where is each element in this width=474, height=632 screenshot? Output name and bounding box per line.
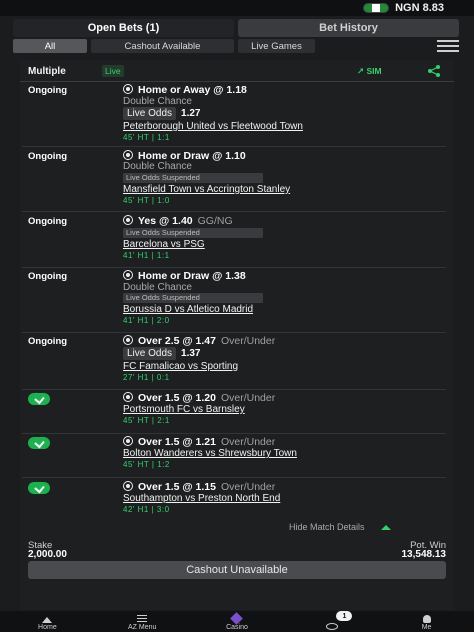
match-time: 41' H1 | 2:0 [123, 316, 170, 325]
match-link[interactable]: Portsmouth FC vs Barnsley [123, 404, 245, 415]
football-icon [123, 392, 133, 402]
cashout-button[interactable]: Cashout Unavailable [28, 561, 446, 579]
odds-suspended-badge: Live Odds Suspended [123, 293, 263, 303]
match-time: 45' HT | 1:1 [123, 133, 170, 142]
nav-casino[interactable]: Casino [190, 611, 285, 632]
football-icon [123, 84, 133, 94]
match-link[interactable]: Borussia D vs Atletico Madrid [123, 304, 253, 315]
az-menu-icon [137, 615, 148, 623]
match-link[interactable]: Bolton Wanderers vs Shrewsbury Town [123, 448, 297, 459]
match-link[interactable]: Mansfield Town vs Accrington Stanley [123, 184, 290, 195]
bet-header: Multiple Live ↗ SIM [20, 60, 454, 82]
nav-az-menu[interactable]: AZ Menu [95, 611, 190, 632]
selection: Over 1.5 @ 1.15 Over/Under [123, 481, 275, 493]
bet-row[interactable]: Ongoing Home or Away @ 1.18 Double Chanc… [20, 83, 454, 147]
market-name: Double Chance [123, 161, 192, 172]
share-icon[interactable] [427, 65, 441, 77]
match-time: 42' H1 | 3:0 [123, 505, 170, 514]
divider [20, 81, 454, 82]
nav-me[interactable]: Me [379, 611, 474, 632]
divider [22, 146, 446, 147]
bet-row[interactable]: Ongoing Home or Draw @ 1.38 Double Chanc… [20, 268, 454, 333]
selection: Over 2.5 @ 1.47 Over/Under [123, 335, 275, 347]
hide-match-details-toggle[interactable]: Hide Match Details [289, 522, 391, 532]
selection: Home or Draw @ 1.38 [123, 270, 246, 282]
stake-value: 2,000.00 [28, 549, 67, 560]
live-odds: Live Odds 1.37 [123, 347, 201, 360]
divider [22, 211, 446, 212]
bet-status: Ongoing [28, 85, 68, 96]
bet-type: Multiple [28, 66, 66, 77]
list-menu-icon[interactable] [437, 40, 459, 52]
selection: Yes @ 1.40 GG/NG [123, 215, 233, 227]
chevron-up-icon [380, 524, 391, 530]
sim-button[interactable]: ↗ SIM [357, 66, 382, 77]
status-bar: NGN 8.83 [0, 0, 474, 16]
bet-row[interactable]: Over 1.5 @ 1.20 Over/Under Portsmouth FC … [20, 390, 454, 434]
match-link[interactable]: Southampton vs Preston North End [123, 493, 280, 504]
football-icon [123, 215, 133, 225]
open-bets-count-badge: 1 [336, 611, 353, 621]
pot-win-value: 13,548.13 [401, 549, 447, 560]
match-link[interactable]: Peterborough United vs Fleetwood Town [123, 121, 303, 132]
football-icon [123, 481, 133, 491]
match-time: 45' HT | 2:1 [123, 416, 170, 425]
open-bets-icon [325, 623, 338, 630]
match-time: 45' HT | 1:2 [123, 460, 170, 469]
football-icon [123, 150, 133, 160]
live-odds: Live Odds 1.27 [123, 107, 201, 120]
casino-icon [230, 612, 244, 625]
profile-icon [422, 615, 431, 623]
bottom-nav: Home AZ Menu Casino 1 Me [0, 611, 474, 632]
bet-status: Ongoing [28, 336, 68, 347]
tab-bet-history[interactable]: Bet History [238, 19, 459, 37]
bet-row[interactable]: Ongoing Yes @ 1.40 GG/NG Live Odds Suspen… [20, 213, 454, 268]
match-time: 41' H1 | 1:1 [123, 251, 170, 260]
balance-display[interactable]: NGN 8.83 [363, 2, 444, 14]
odds-suspended-badge: Live Odds Suspended [123, 228, 263, 238]
selection: Over 1.5 @ 1.21 Over/Under [123, 436, 275, 448]
odds-suspended-badge: Live Odds Suspended [123, 173, 263, 183]
bet-status: Ongoing [28, 151, 68, 162]
selection: Home or Away @ 1.18 [123, 84, 247, 96]
bet-row[interactable]: Over 1.5 @ 1.15 Over/Under Southampton vs… [20, 478, 454, 518]
football-icon [123, 270, 133, 280]
bet-row[interactable]: Ongoing Over 2.5 @ 1.47 Over/Under Live O… [20, 333, 454, 390]
market-name: Double Chance [123, 282, 192, 293]
won-check-icon [28, 437, 50, 449]
live-badge: Live [102, 65, 124, 77]
filter-row: All Cashout Available Live Games [13, 39, 459, 53]
football-icon [123, 436, 133, 446]
match-link[interactable]: FC Famalicao vs Sporting [123, 361, 238, 372]
filter-live-games[interactable]: Live Games [238, 39, 315, 53]
selection: Over 1.5 @ 1.20 Over/Under [123, 392, 275, 404]
football-icon [123, 335, 133, 345]
tab-open-bets[interactable]: Open Bets (1) [13, 19, 234, 37]
bet-row[interactable]: Over 1.5 @ 1.21 Over/Under Bolton Wandere… [20, 434, 454, 478]
nav-open-bets[interactable]: 1 [284, 611, 379, 632]
bet-status: Ongoing [28, 271, 68, 282]
match-time: 45' HT | 1:0 [123, 196, 170, 205]
market-name: Double Chance [123, 96, 192, 107]
match-link[interactable]: Barcelona vs PSG [123, 239, 205, 250]
home-icon [42, 617, 53, 623]
won-check-icon [28, 482, 50, 494]
bet-status: Ongoing [28, 216, 68, 227]
won-check-icon [28, 393, 50, 405]
match-time: 27' H1 | 0:1 [123, 373, 170, 382]
nav-home[interactable]: Home [0, 611, 95, 632]
filter-all[interactable]: All [13, 39, 87, 53]
bet-tabs: Open Bets (1) Bet History [13, 19, 459, 37]
balance-amount: NGN 8.83 [395, 2, 444, 14]
bet-row[interactable]: Ongoing Home or Draw @ 1.10 Double Chanc… [20, 148, 454, 212]
filter-cashout-available[interactable]: Cashout Available [91, 39, 234, 53]
nigeria-flag-icon [363, 3, 390, 13]
bet-slip-card: Multiple Live ↗ SIM Ongoing Home or Away… [20, 60, 454, 610]
